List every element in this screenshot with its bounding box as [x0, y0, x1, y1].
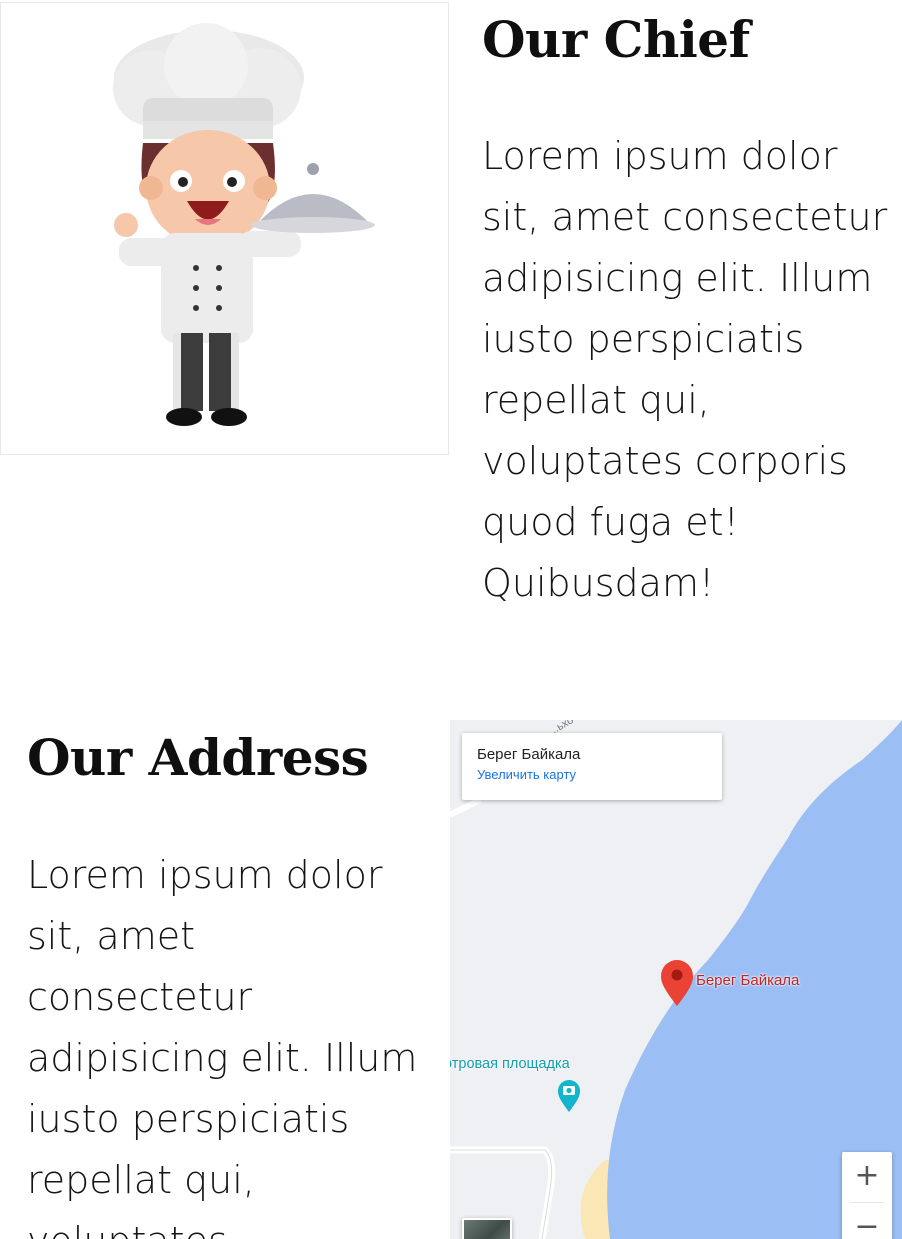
chef-illustration-icon [113, 23, 375, 426]
map-zoom-control: + − [842, 1152, 892, 1239]
address-description: Lorem ipsum dolor sit, amet consectetur … [27, 853, 418, 1239]
chef-image [0, 2, 449, 455]
map-pin-label[interactable]: Берег Байкала [696, 972, 799, 989]
zoom-out-button[interactable]: − [842, 1203, 892, 1239]
map-place-title: Берег Байкала [477, 746, 581, 763]
map-poi-label[interactable]: отровая площадка [450, 1056, 570, 1072]
chief-description: Lorem ipsum dolor sit, amet consectetur … [482, 134, 888, 605]
embedded-map[interactable]: ...ьхо Берег Байкала Увеличить карту Бер… [450, 720, 902, 1239]
enlarge-map-link[interactable]: Увеличить карту [477, 767, 707, 782]
satellite-toggle-button[interactable] [462, 1218, 512, 1239]
map-place-card: Берег Байкала Увеличить карту [462, 733, 722, 800]
address-heading: Our Address [27, 728, 369, 787]
zoom-in-button[interactable]: + [842, 1152, 892, 1202]
chief-heading: Our Chief [482, 10, 750, 69]
